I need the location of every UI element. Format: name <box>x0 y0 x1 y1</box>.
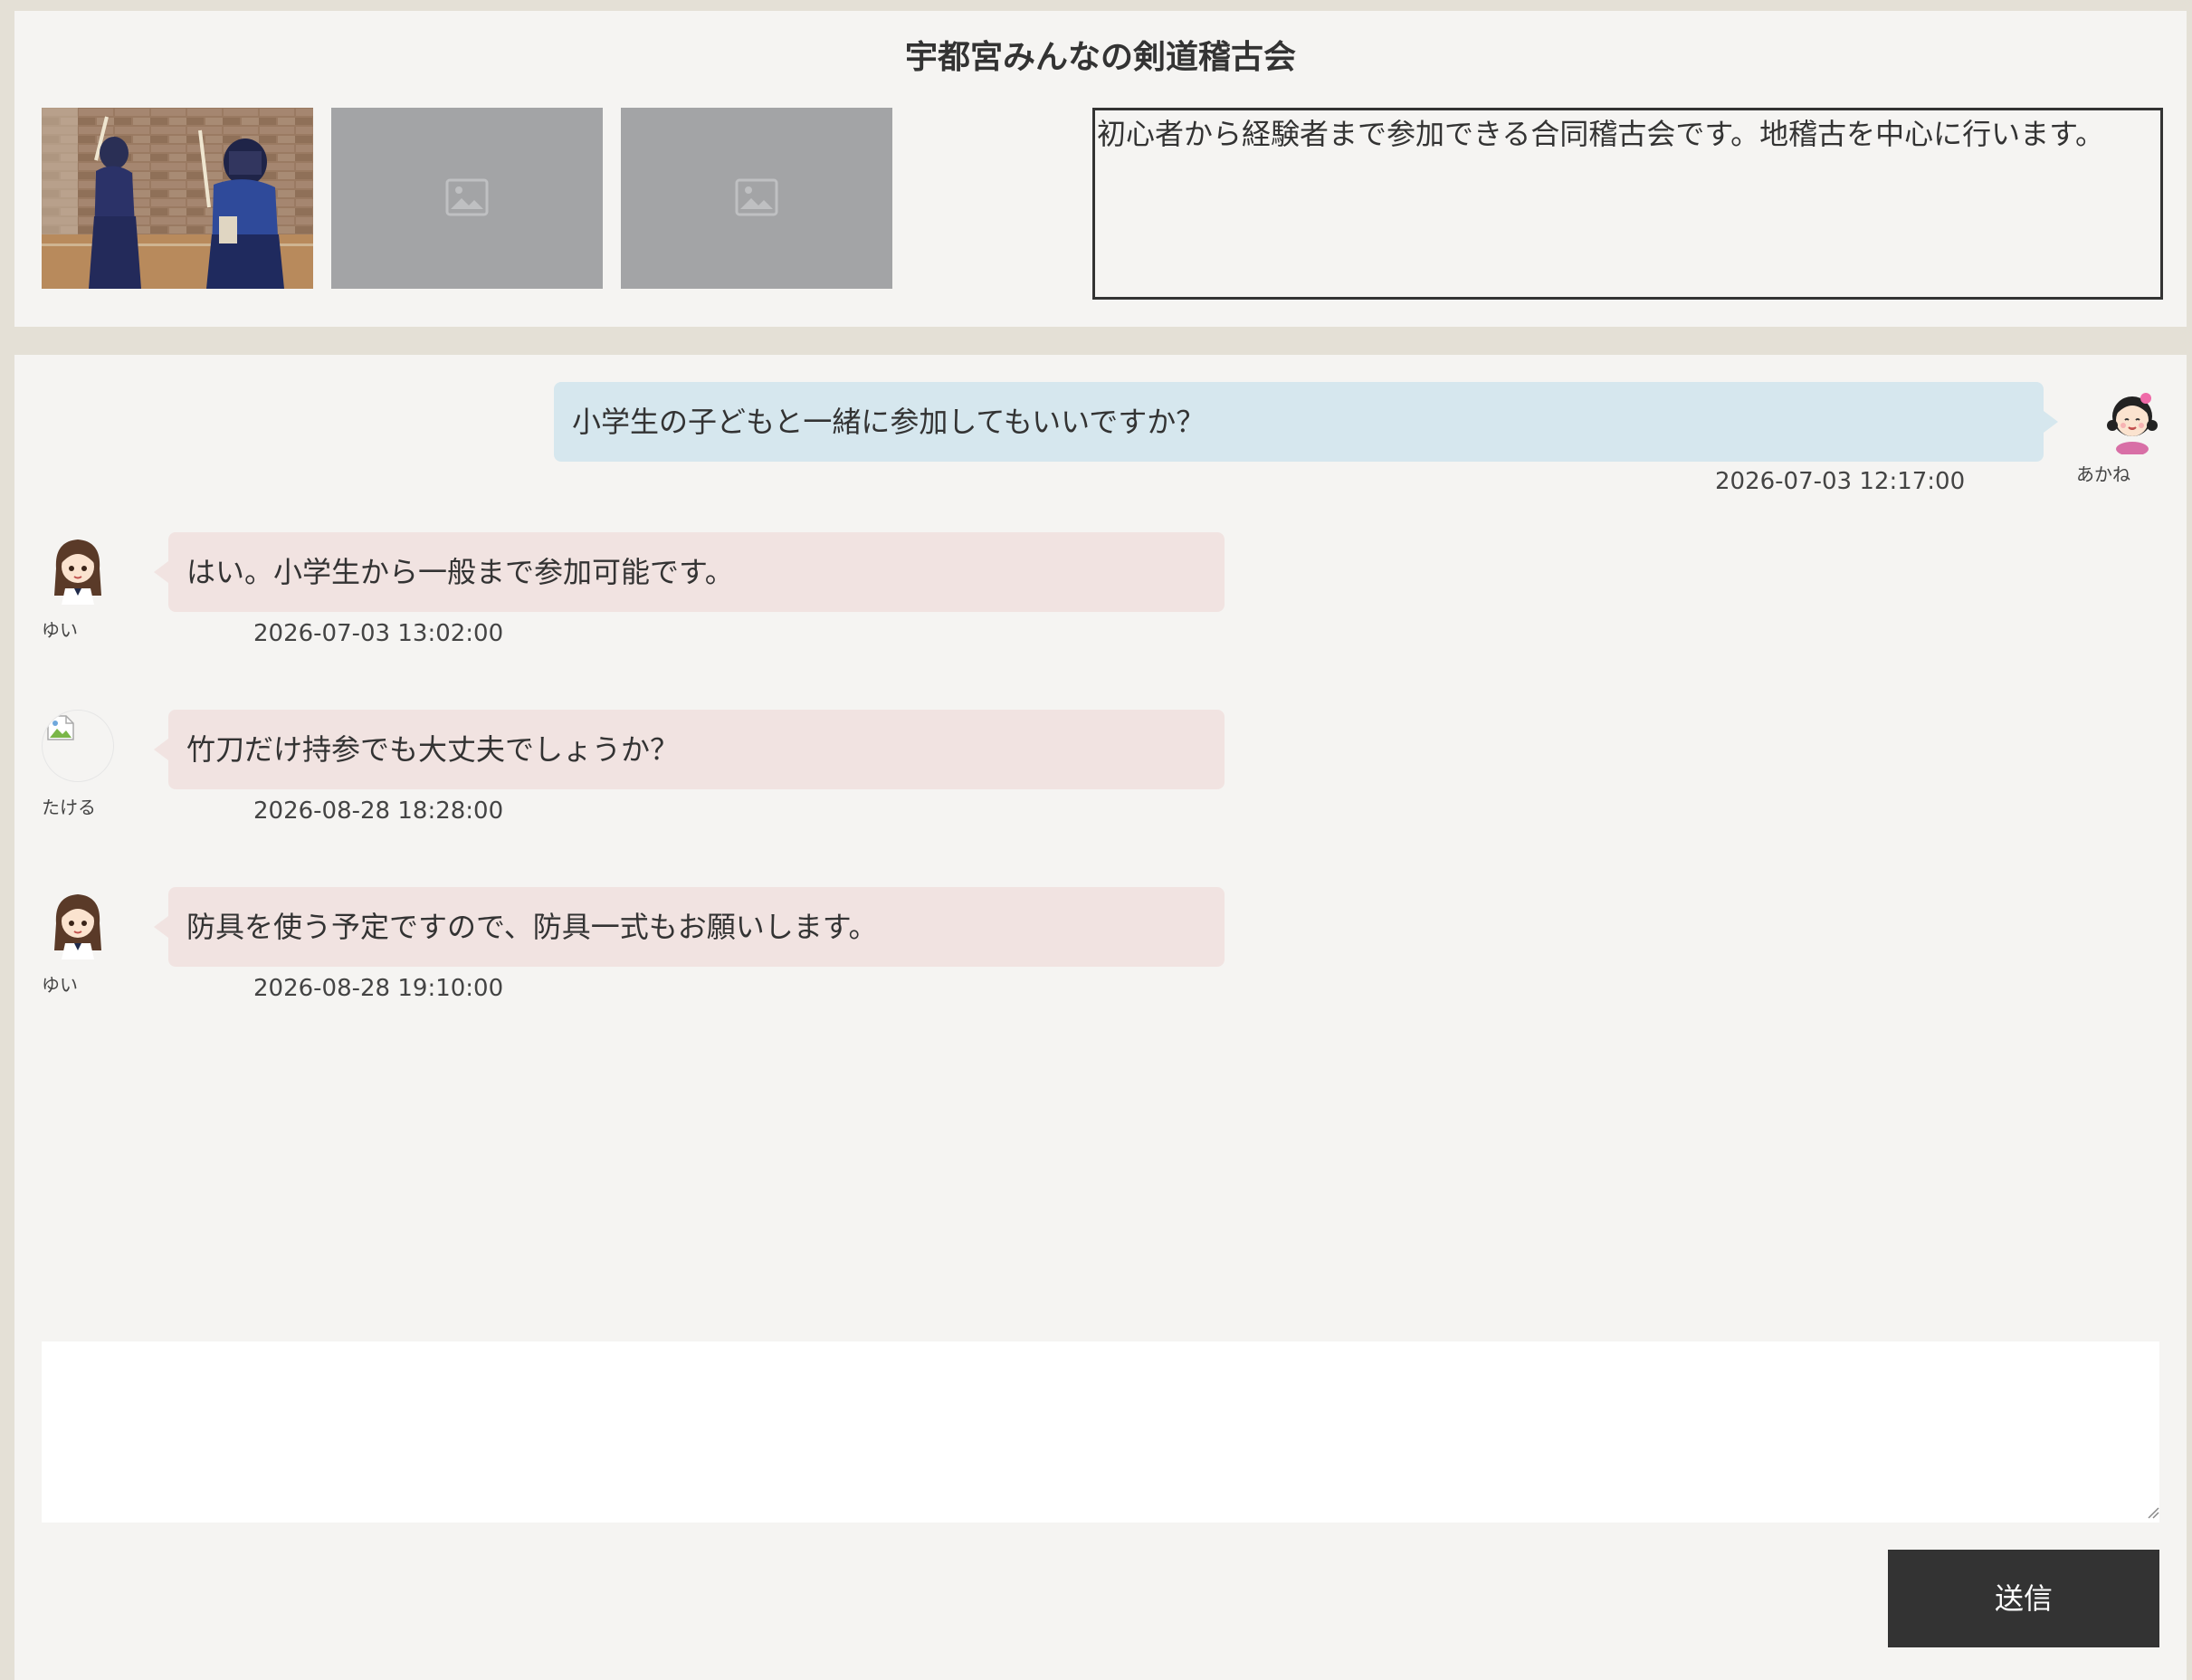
girl-avatar-icon[interactable] <box>42 532 114 605</box>
image-placeholder-icon <box>735 178 778 216</box>
bubble-tail <box>154 916 168 938</box>
bubble-tail <box>2044 411 2058 433</box>
kendo-photo[interactable] <box>42 108 313 289</box>
message-username: ゆい <box>42 974 78 996</box>
message-username: ゆい <box>42 619 78 641</box>
chat-message-other: ゆい 防具を使う予定ですので、防具一式もお願いします。 2026-08-28 1… <box>14 887 2187 1032</box>
image-placeholder-icon <box>445 178 489 216</box>
chat-message-other: たける 竹刀だけ持参でも大丈夫でしょうか？ 2026-08-28 18:28:0… <box>14 710 2187 854</box>
message-bubble: はい。小学生から一般まで参加可能です。 <box>168 532 1225 612</box>
group-description: 初心者から経験者まで参加できる合同稽古会です。地稽古を中心に行います。 <box>1092 108 2163 300</box>
message-bubble: 小学生の子どもと一緒に参加してもいいですか？ <box>554 382 2044 462</box>
image-placeholder[interactable] <box>331 108 603 289</box>
message-username: たける <box>42 797 96 818</box>
resize-handle-icon[interactable] <box>2145 1504 2159 1519</box>
send-button[interactable]: 送信 <box>1888 1550 2159 1647</box>
group-info-panel: 宇都宮みんなの剣道稽古会 初心者から経験者まで参加できる合同稽古会です。地稽古を… <box>14 11 2187 327</box>
chat-message-other: ゆい はい。小学生から一般まで参加可能です。 2026-07-03 13:02:… <box>14 532 2187 677</box>
girl-avatar-icon[interactable] <box>42 887 114 959</box>
message-timestamp: 2026-07-03 13:02:00 <box>253 620 504 647</box>
message-timestamp: 2026-08-28 19:10:00 <box>253 975 504 1002</box>
message-bubble: 竹刀だけ持参でも大丈夫でしょうか？ <box>168 710 1225 789</box>
page-title: 宇都宮みんなの剣道稽古会 <box>904 39 1296 76</box>
message-bubble: 防具を使う予定ですので、防具一式もお願いします。 <box>168 887 1225 967</box>
message-timestamp: 2026-08-28 18:28:00 <box>253 797 504 825</box>
bubble-tail <box>154 561 168 583</box>
chat-message-own: 小学生の子どもと一緒に参加してもいいですか？ 2026-07-03 12:17:… <box>14 355 2187 500</box>
girl-avatar-icon[interactable] <box>2096 382 2168 454</box>
broken-image-icon[interactable] <box>42 710 114 782</box>
message-timestamp: 2026-07-03 12:17:00 <box>1715 468 1966 495</box>
message-input[interactable] <box>42 1341 2159 1522</box>
message-username: あかね <box>2076 463 2130 485</box>
chat-panel: 小学生の子どもと一緒に参加してもいいですか？ 2026-07-03 12:17:… <box>14 355 2187 1680</box>
image-placeholder[interactable] <box>621 108 892 289</box>
bubble-tail <box>154 739 168 760</box>
